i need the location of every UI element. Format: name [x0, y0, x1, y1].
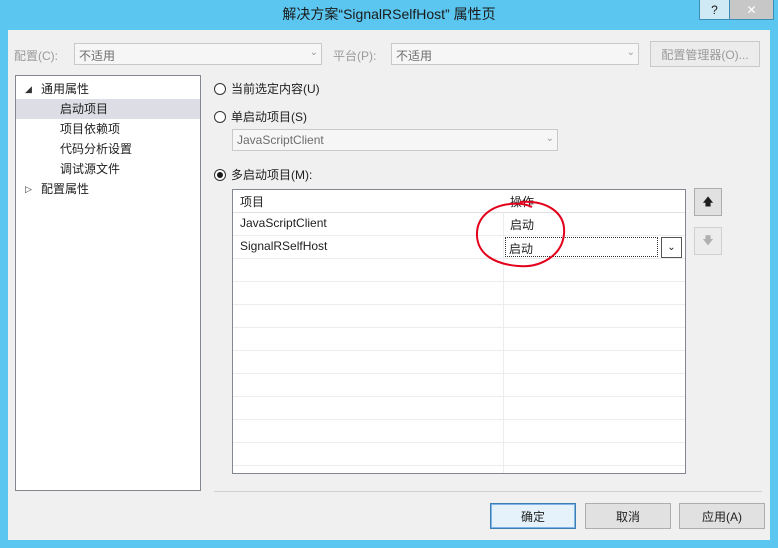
arrow-down-icon: 🡇	[702, 234, 714, 247]
tree-item-project-dependencies[interactable]: 项目依赖项	[16, 119, 200, 139]
tree-item-code-analysis[interactable]: 代码分析设置	[16, 139, 200, 159]
radio-label: 单启动项目(S)	[231, 110, 307, 124]
action-dropdown-button[interactable]: ⌄	[661, 237, 682, 258]
radio-multiple-startup[interactable]: 多启动项目(M):	[214, 166, 312, 183]
tree-item-label: 项目依赖项	[60, 122, 121, 136]
tree-item-startup-project[interactable]: 启动项目	[16, 99, 200, 119]
radio-label: 多启动项目(M):	[231, 168, 313, 182]
radio-current-selection[interactable]: 当前选定内容(U)	[214, 80, 320, 97]
startup-projects-grid: 项目 操作 JavaScriptClient 启动 SignalRSelfHos…	[232, 189, 686, 474]
single-startup-value: JavaScriptClient	[237, 133, 324, 147]
radio-button[interactable]	[214, 168, 226, 181]
single-startup-combo: JavaScriptClient ⌄	[232, 129, 558, 151]
table-row[interactable]: SignalRSelfHost 启动 ⌄	[233, 236, 685, 259]
config-label: 配置(C):	[14, 49, 58, 63]
dialog-client-area: 配置(C): 不适用 ⌄ 平台(P): 不适用 ⌄ 配置管理器(O)... ◢ …	[8, 30, 770, 540]
tree-item-label: 启动项目	[60, 102, 109, 116]
tree-item-label: 通用属性	[41, 82, 90, 96]
ok-button[interactable]: 确定	[490, 503, 576, 529]
move-down-button: 🡇	[694, 227, 722, 255]
action-cell[interactable]: 启动	[510, 216, 534, 233]
table-row	[233, 420, 685, 443]
properties-dialog: 解决方案“SignalRSelfHost” 属性页 ? ✕ 配置(C): 不适用…	[0, 0, 778, 548]
chevron-down-icon: ⌄	[545, 133, 554, 144]
action-cell-editor[interactable]: 启动	[505, 237, 658, 257]
column-header-project[interactable]: 项目	[240, 193, 264, 210]
collapse-triangle-icon[interactable]: ◢	[25, 79, 32, 99]
tree-item-debug-source-files[interactable]: 调试源文件	[16, 159, 200, 179]
table-row	[233, 397, 685, 420]
config-combo: 不适用 ⌄	[74, 43, 322, 65]
move-up-button[interactable]: 🡅	[694, 188, 722, 216]
project-name-cell: JavaScriptClient	[240, 216, 327, 230]
close-button[interactable]: ✕	[729, 0, 774, 20]
tree-item-label: 代码分析设置	[60, 142, 133, 156]
platform-combo: 不适用 ⌄	[391, 43, 639, 65]
config-value: 不适用	[79, 49, 116, 63]
radio-single-startup[interactable]: 单启动项目(S)	[214, 108, 307, 125]
column-header-action[interactable]: 操作	[510, 193, 534, 210]
chevron-down-icon: ⌄	[626, 47, 635, 58]
cancel-button[interactable]: 取消	[585, 503, 671, 529]
table-row[interactable]: JavaScriptClient 启动	[233, 213, 685, 236]
tree-item-label: 调试源文件	[60, 162, 121, 176]
property-tree: ◢ 通用属性 启动项目 项目依赖项 代码分析设置 调试源文件 ▷ 配置属性	[15, 75, 201, 491]
table-row	[233, 351, 685, 374]
apply-button[interactable]: 应用(A)	[679, 503, 765, 529]
config-manager-button: 配置管理器(O)...	[650, 41, 760, 67]
grid-header-row: 项目 操作	[233, 190, 685, 213]
help-button[interactable]: ?	[699, 0, 729, 20]
chevron-down-icon: ⌄	[309, 47, 318, 58]
platform-label: 平台(P):	[333, 49, 377, 63]
table-row	[233, 443, 685, 466]
platform-value: 不适用	[396, 49, 433, 63]
radio-button[interactable]	[214, 82, 226, 95]
project-name-cell: SignalRSelfHost	[240, 239, 328, 253]
tree-item-label: 配置属性	[41, 182, 90, 196]
radio-button[interactable]	[214, 110, 226, 123]
table-row	[233, 328, 685, 351]
expand-triangle-icon[interactable]: ▷	[25, 179, 32, 199]
arrow-up-icon: 🡅	[702, 195, 714, 208]
tree-item-common-properties[interactable]: ◢ 通用属性	[16, 79, 200, 99]
title-bar: 解决方案“SignalRSelfHost” 属性页 ? ✕	[0, 0, 778, 26]
table-row	[233, 374, 685, 397]
window-title: 解决方案“SignalRSelfHost” 属性页	[282, 6, 496, 22]
chevron-down-icon: ⌄	[667, 242, 676, 253]
radio-label: 当前选定内容(U)	[231, 82, 320, 96]
tree-item-configuration-properties[interactable]: ▷ 配置属性	[16, 179, 200, 199]
table-row	[233, 305, 685, 328]
table-row	[233, 259, 685, 282]
separator	[214, 491, 762, 492]
table-row	[233, 282, 685, 305]
